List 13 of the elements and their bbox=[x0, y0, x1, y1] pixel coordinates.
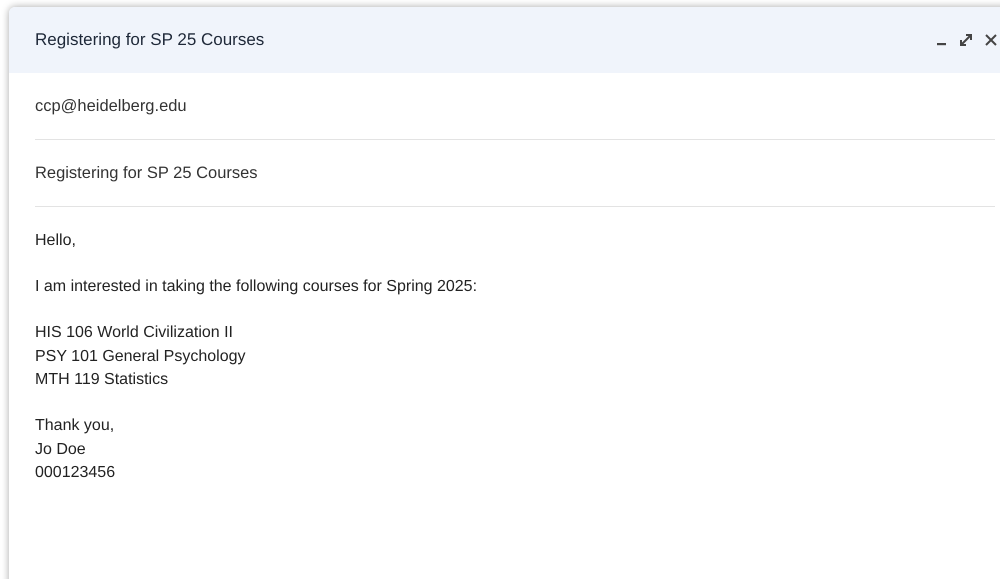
close-icon[interactable] bbox=[984, 33, 998, 47]
body-line: 000123456 bbox=[35, 463, 116, 483]
body-line: HIS 106 World Civilization II bbox=[35, 323, 233, 343]
body-line: Thank you, bbox=[35, 416, 114, 436]
recipient-field[interactable]: ccp@heidelberg.edu bbox=[35, 96, 187, 116]
expand-icon[interactable] bbox=[958, 32, 974, 48]
window-title: Registering for SP 25 Courses bbox=[35, 30, 266, 50]
subject-field[interactable]: Registering for SP 25 Courses bbox=[35, 164, 258, 182]
body-line: I am interested in taking the following courses for Spring 2025: bbox=[35, 277, 478, 297]
body-line: PSY 101 General Psychology bbox=[35, 346, 246, 366]
body-line: Jo Doe bbox=[35, 440, 86, 460]
body-line: MTH 119 Statistics bbox=[35, 370, 168, 390]
body-line: Hello, bbox=[35, 231, 76, 251]
